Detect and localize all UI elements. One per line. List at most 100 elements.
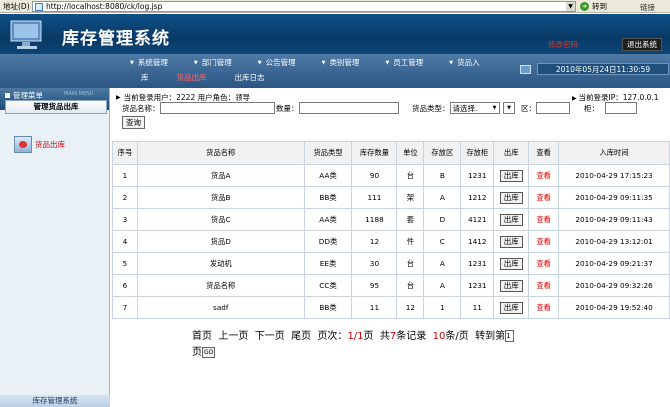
stock-out-button[interactable]: 出库 (499, 213, 523, 226)
url-field[interactable]: http://localhost:8080/ck/log.jsp ▼ (32, 1, 576, 12)
menu-item[interactable]: 货品出库 (177, 72, 207, 83)
table-cell: D (423, 208, 462, 231)
table-cell: 3 (112, 208, 138, 231)
stock-out-button[interactable]: 出库 (499, 279, 523, 292)
goto-page-input[interactable]: 1 (505, 330, 515, 342)
table-cell: 111 (351, 186, 398, 209)
column-header: 单位 (396, 141, 425, 165)
table-cell: 2010-04-29 13:12:01 (558, 230, 670, 253)
table-cell: 货品A (136, 164, 305, 187)
table-cell: AA类 (303, 164, 353, 187)
table-cell: 架 (396, 186, 425, 209)
table-cell: BB类 (303, 186, 353, 209)
area-label: 区： (521, 103, 536, 113)
view-link[interactable]: 查看 (528, 230, 560, 253)
column-header: 查看 (528, 141, 560, 165)
menu-item[interactable]: ▼ 员工管理 (385, 57, 423, 68)
type-select[interactable]: 请选择. ▼ (449, 102, 500, 114)
cabinet-input[interactable] (605, 102, 637, 114)
monitor-icon (520, 64, 531, 74)
change-password-link[interactable]: 修改密码 (548, 39, 578, 50)
name-input[interactable] (159, 102, 275, 114)
sidebar-heading-en: MAIN MENU (64, 91, 94, 97)
view-link[interactable]: 查看 (528, 164, 560, 187)
menu-item[interactable]: ▼ 类别管理 (322, 57, 360, 68)
table-cell: EE类 (303, 252, 353, 275)
links-button[interactable]: 链接 (640, 2, 655, 13)
view-link[interactable]: 查看 (528, 208, 560, 231)
pager-last[interactable]: 尾页 (291, 331, 311, 342)
view-link[interactable]: 查看 (528, 274, 560, 297)
table-cell: A (423, 252, 462, 275)
table-cell: 货品D (136, 230, 305, 253)
table-cell: 11 (460, 296, 495, 319)
menu-item[interactable]: ▼ 货品入 (449, 57, 479, 68)
address-label: 地址(D) (3, 1, 30, 11)
chevron-down-icon[interactable]: ▼ (566, 2, 575, 11)
table-cell: 货品B (136, 186, 305, 209)
stock-out-button[interactable]: 出库 (499, 257, 523, 270)
table-cell: 90 (351, 164, 398, 187)
pager-first[interactable]: 首页 (192, 331, 212, 342)
view-link[interactable]: 查看 (528, 296, 560, 319)
triangle-down-icon: ▼ (449, 59, 454, 66)
computer-logo-icon (10, 20, 42, 49)
goto-label: 转到第 (475, 331, 506, 342)
pager-next[interactable]: 下一页 (255, 331, 285, 342)
go-button[interactable]: ➜ 转到 (580, 1, 607, 12)
chevron-down-icon: ▼ (492, 105, 497, 111)
menu-item[interactable]: ▼ 公告管理 (258, 57, 296, 68)
table-cell: 1412 (460, 230, 495, 253)
page-icon (35, 2, 43, 11)
table-cell: 套 (396, 208, 425, 231)
table-cell: 7 (112, 296, 138, 319)
sidebar-item-stock-out[interactable]: 货品出库 (14, 136, 65, 153)
table-cell: 12 (351, 230, 398, 253)
menu-item[interactable]: ▼ 系统管理 (130, 57, 168, 68)
logout-button[interactable]: 退出系统 (622, 38, 662, 51)
table-cell: 5 (112, 252, 138, 275)
table-cell: 货品名称 (136, 274, 305, 297)
view-link[interactable]: 查看 (528, 186, 560, 209)
qty-label: 数量： (276, 103, 299, 113)
menu-item[interactable]: ▼ 部门管理 (194, 57, 232, 68)
square-icon (5, 93, 10, 98)
stock-out-button[interactable]: 出库 (499, 235, 523, 248)
area-input[interactable] (536, 102, 570, 114)
stock-out-icon (14, 136, 32, 153)
menu-row-2: 库 货品出库 出库日志 (141, 72, 293, 83)
qty-input[interactable] (298, 102, 399, 114)
table-row: 1 货品A AA类 90 台 B 1231 出库 查看 2010-04-29 17:15:23 (112, 164, 670, 187)
datetime-text: 2010年05月24日11:30:59 (537, 63, 669, 75)
per-page-count: 10 (432, 331, 446, 342)
table-row: 4 货品D DD类 12 件 C 1412 出库 查看 2010-04-29 13:12:01 (112, 230, 670, 253)
stock-out-button[interactable]: 出库 (499, 191, 523, 204)
total-prefix: 共 (379, 331, 390, 342)
page-suffix: 页 (363, 331, 374, 342)
table-cell: BB类 (303, 296, 353, 319)
address-bar: 地址(D) http://localhost:8080/ck/log.jsp ▼… (0, 0, 670, 13)
triangle-down-icon: ▼ (385, 59, 390, 66)
table-cell: 台 (396, 274, 425, 297)
menu-item[interactable]: 库 (141, 72, 149, 83)
table-cell: DD类 (303, 230, 353, 253)
type-select-extra[interactable]: ▼ (503, 102, 515, 114)
table-cell: 1231 (460, 274, 495, 297)
query-button[interactable]: 查询 (122, 116, 145, 129)
table-cell: 1231 (460, 252, 495, 275)
chevron-down-icon: ▼ (507, 105, 511, 111)
pager-prev[interactable]: 上一页 (218, 331, 248, 342)
per-page-suffix: 条/页 (445, 331, 469, 342)
stock-out-button[interactable]: 出库 (499, 169, 523, 182)
go-page-button[interactable]: GO (202, 346, 216, 358)
table-cell: 4121 (460, 208, 495, 231)
table-cell: 发动机 (136, 252, 305, 275)
table-cell: 件 (396, 230, 425, 253)
menu-item[interactable]: 出库日志 (235, 72, 265, 83)
name-label: 货品名称： (122, 103, 160, 113)
stock-out-button[interactable]: 出库 (499, 301, 523, 314)
view-link[interactable]: 查看 (528, 252, 560, 275)
main-content: ▶ 当前登录用户：2222 用户角色：领导 ▶ 当前登录IP：127.0.0.1 … (112, 88, 670, 407)
table-cell: 台 (396, 252, 425, 275)
pager: 首页 上一页 下一页 尾页 页次：1/1页 共7条记录 10条/页 转到第1 页… (192, 329, 612, 361)
